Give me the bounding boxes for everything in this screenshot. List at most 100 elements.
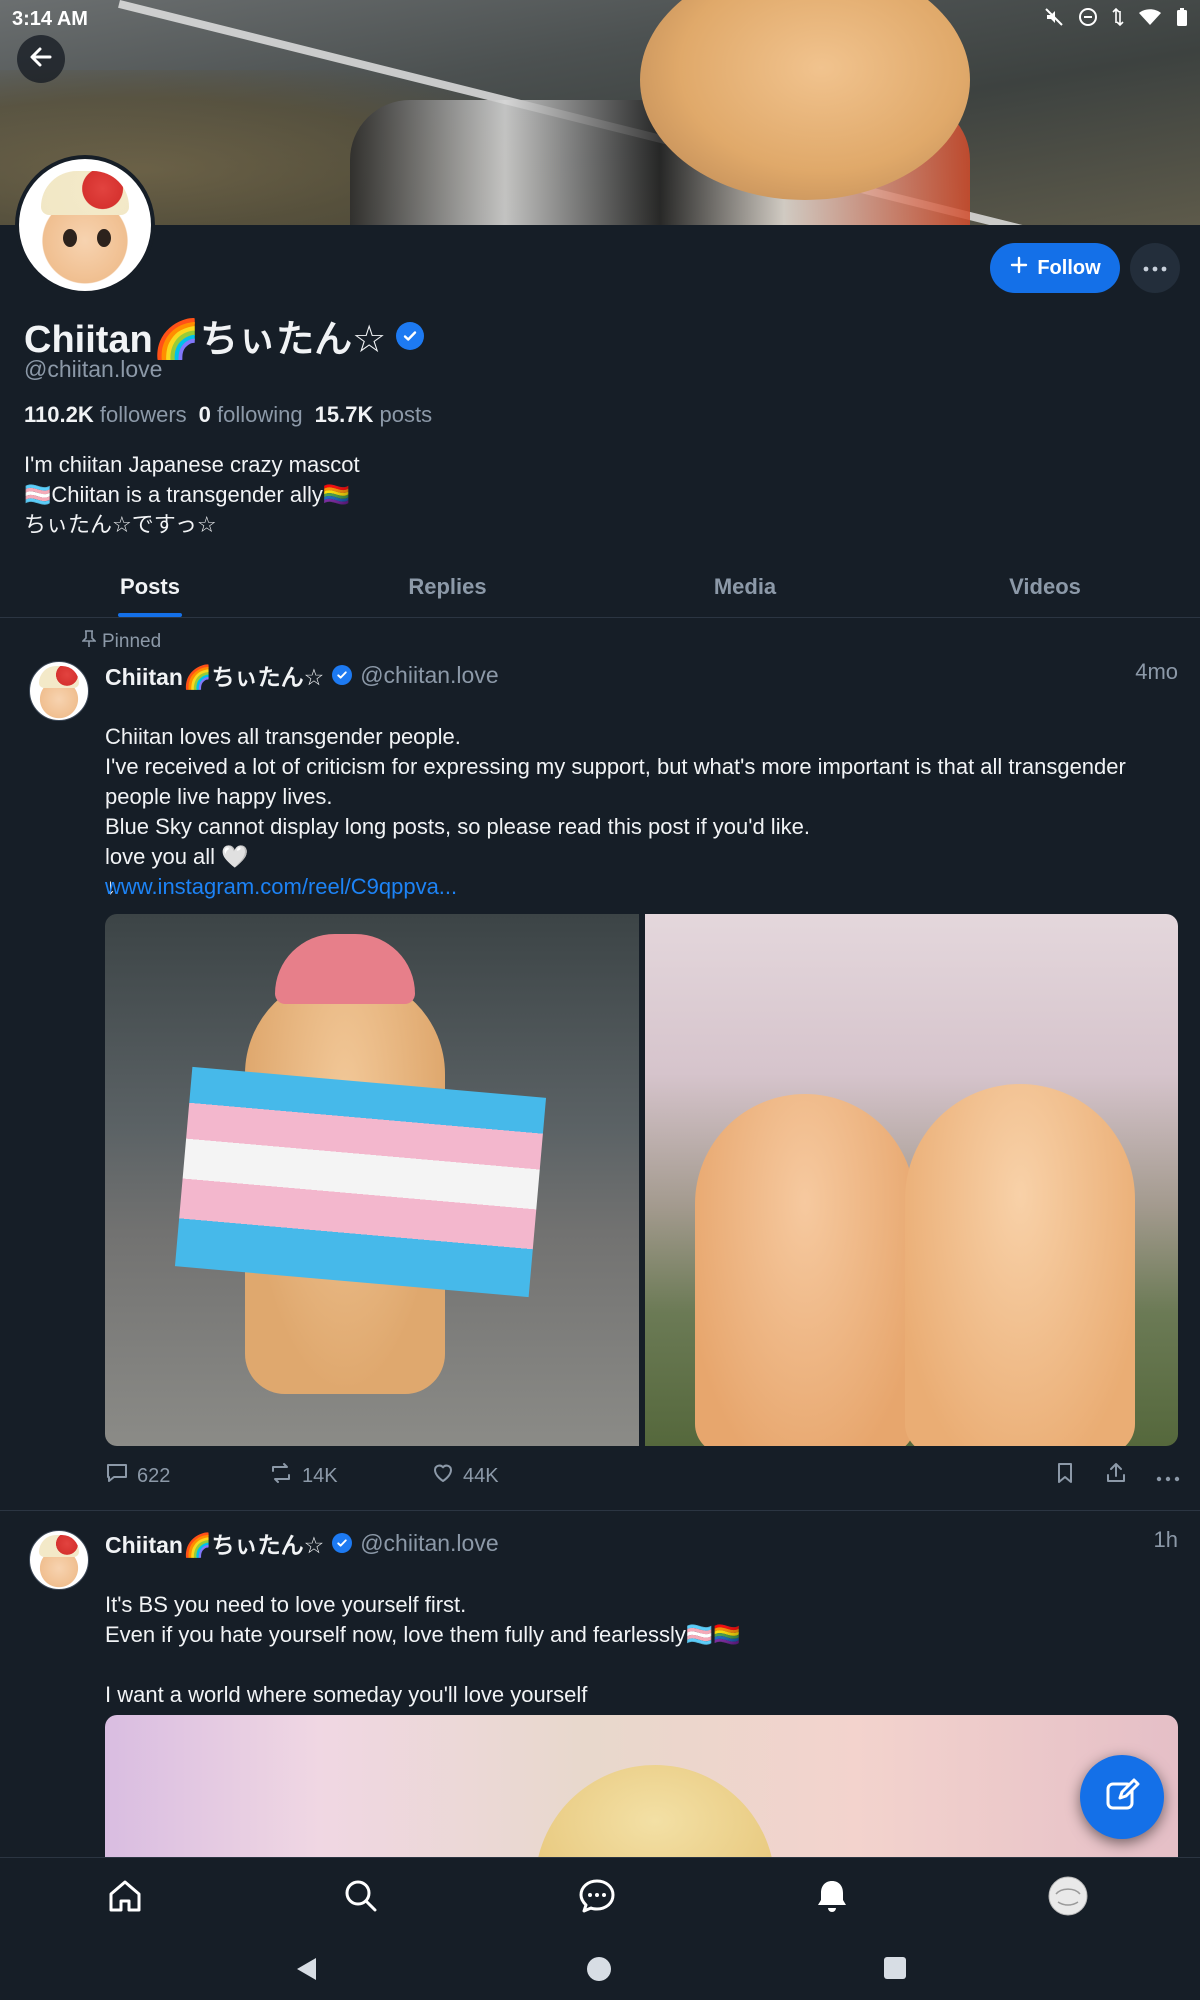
post-media-grid	[105, 914, 1178, 1446]
tab-media[interactable]: Media	[595, 556, 895, 617]
following-label: following	[217, 402, 303, 427]
bio-line: I'm chiitan Japanese crazy mascot	[24, 452, 360, 477]
reply-icon	[105, 1461, 129, 1491]
profile-more-button[interactable]	[1130, 243, 1180, 293]
post-video-thumbnail[interactable]	[105, 1715, 1178, 1860]
status-time: 3:14 AM	[12, 7, 88, 30]
following-stat[interactable]: 0 following	[199, 402, 303, 428]
home-icon	[106, 1877, 144, 1920]
pinned-indicator: Pinned	[81, 630, 162, 654]
repost-button[interactable]: 14K	[268, 1461, 431, 1491]
posts-count: 15.7K	[314, 402, 374, 427]
verified-icon	[332, 665, 353, 685]
thumbnail-subject	[535, 1765, 775, 1860]
profile-tabs: Posts Replies Media Videos	[0, 556, 1200, 618]
profile-name-text: Chiitan🌈ちぃたん☆	[24, 319, 387, 361]
post-time[interactable]: 4mo	[1135, 659, 1178, 685]
profile-name: Chiitan🌈ちぃたん☆	[24, 308, 425, 363]
back-button[interactable]	[17, 35, 65, 83]
plus-icon	[1009, 255, 1029, 281]
bell-icon	[813, 1877, 851, 1920]
pinned-label: Pinned	[102, 631, 162, 652]
data-icon	[1112, 7, 1124, 32]
system-recents-icon[interactable]	[883, 1956, 907, 1985]
verified-icon	[332, 1533, 353, 1553]
avatar-hat	[41, 171, 129, 215]
profile-stats: 110.2K followers 0 following 15.7K posts	[24, 402, 432, 428]
post-header: Chiitan🌈ちぃたん☆ @chiitan.love	[105, 658, 499, 692]
search-icon	[342, 1877, 380, 1920]
profile-bio: I'm chiitan Japanese crazy mascot 🏳️‍⚧️C…	[24, 450, 360, 540]
like-count: 44K	[463, 1464, 499, 1487]
dnd-icon	[1078, 7, 1098, 32]
repost-icon	[268, 1461, 294, 1491]
like-icon	[431, 1461, 455, 1491]
status-icons	[1044, 7, 1188, 32]
posts-stat: 15.7K posts	[315, 402, 432, 428]
image-mascot-hat	[275, 934, 415, 1004]
ellipsis-icon	[1143, 259, 1167, 277]
system-home-icon[interactable]	[586, 1956, 612, 1987]
bookmark-icon[interactable]	[1054, 1461, 1076, 1491]
bio-line: 🏳️‍⚧️Chiitan is a transgender ally🏳️‍🌈	[24, 482, 351, 507]
image-flag	[174, 1066, 547, 1298]
wifi-icon	[1138, 7, 1162, 32]
posts-label: posts	[379, 402, 433, 427]
post-handle[interactable]: @chiitan.love	[360, 662, 498, 689]
nav-home[interactable]	[101, 1875, 149, 1923]
feed-post[interactable]: Chiitan🌈ちぃたん☆ @chiitan.love 1h It's BS y…	[0, 1512, 1200, 1860]
repost-count: 14K	[302, 1464, 338, 1487]
verified-icon[interactable]	[396, 321, 425, 350]
post-author[interactable]: Chiitan🌈ちぃたん☆	[105, 658, 324, 692]
post-image-flag[interactable]	[105, 914, 639, 1446]
bottom-nav	[0, 1857, 1200, 1939]
system-back-icon[interactable]	[294, 1956, 318, 1987]
mute-icon	[1044, 7, 1064, 32]
avatar-image	[19, 159, 151, 291]
post-avatar-hat	[39, 666, 79, 688]
pin-icon	[81, 630, 97, 654]
post-header: Chiitan🌈ちぃたん☆ @chiitan.love	[105, 1526, 499, 1560]
tab-videos[interactable]: Videos	[895, 556, 1195, 617]
profile-avatar-icon	[1048, 1876, 1088, 1921]
like-button[interactable]: 44K	[431, 1461, 594, 1491]
post-handle[interactable]: @chiitan.love	[360, 1530, 498, 1557]
post-avatar[interactable]	[29, 661, 89, 721]
bio-line: ちぃたん☆ですっ☆	[24, 512, 217, 537]
battery-icon	[1176, 7, 1188, 32]
post-time[interactable]: 1h	[1154, 1527, 1178, 1553]
avatar-eye-left	[63, 229, 77, 247]
followers-label: followers	[99, 402, 187, 427]
nav-profile[interactable]	[1044, 1875, 1092, 1923]
following-count: 0	[198, 402, 211, 427]
feed-post-pinned[interactable]: Pinned Chiitan🌈ちぃたん☆ @chiitan.love 4mo C…	[0, 618, 1200, 1511]
reply-button[interactable]: 622	[105, 1461, 268, 1491]
nav-search[interactable]	[337, 1875, 385, 1923]
post-text: Chiitan loves all transgender people. I'…	[105, 692, 1175, 902]
nav-notifications[interactable]	[808, 1875, 856, 1923]
post-actions-right	[1054, 1461, 1180, 1491]
followers-stat[interactable]: 110.2K followers	[24, 402, 187, 428]
post-more-icon[interactable]	[1156, 1465, 1180, 1488]
compose-button[interactable]	[1080, 1755, 1164, 1839]
post-avatar[interactable]	[29, 1530, 89, 1590]
status-bar: 3:14 AM	[0, 0, 1200, 38]
follow-label: Follow	[1037, 256, 1101, 279]
post-author[interactable]: Chiitan🌈ちぃたん☆	[105, 1526, 324, 1560]
tab-posts[interactable]: Posts	[0, 556, 300, 617]
tab-replies[interactable]: Replies	[300, 556, 595, 617]
followers-count: 110.2K	[24, 402, 94, 427]
profile-avatar[interactable]	[15, 155, 155, 295]
avatar-eye-right	[97, 229, 111, 247]
chat-icon	[578, 1877, 616, 1920]
share-icon[interactable]	[1104, 1461, 1128, 1491]
reply-count: 622	[137, 1464, 171, 1487]
post-actions: 622 14K 44K	[105, 1456, 1180, 1496]
post-image-blossoms[interactable]	[644, 914, 1178, 1446]
post-link[interactable]: www.instagram.com/reel/C9qppva...	[105, 872, 1175, 902]
post-avatar-hat	[39, 1535, 79, 1557]
image-mascot-right	[904, 1084, 1135, 1446]
nav-chat[interactable]	[573, 1875, 621, 1923]
follow-button[interactable]: Follow	[990, 243, 1120, 293]
system-nav-bar	[0, 1938, 1200, 2000]
